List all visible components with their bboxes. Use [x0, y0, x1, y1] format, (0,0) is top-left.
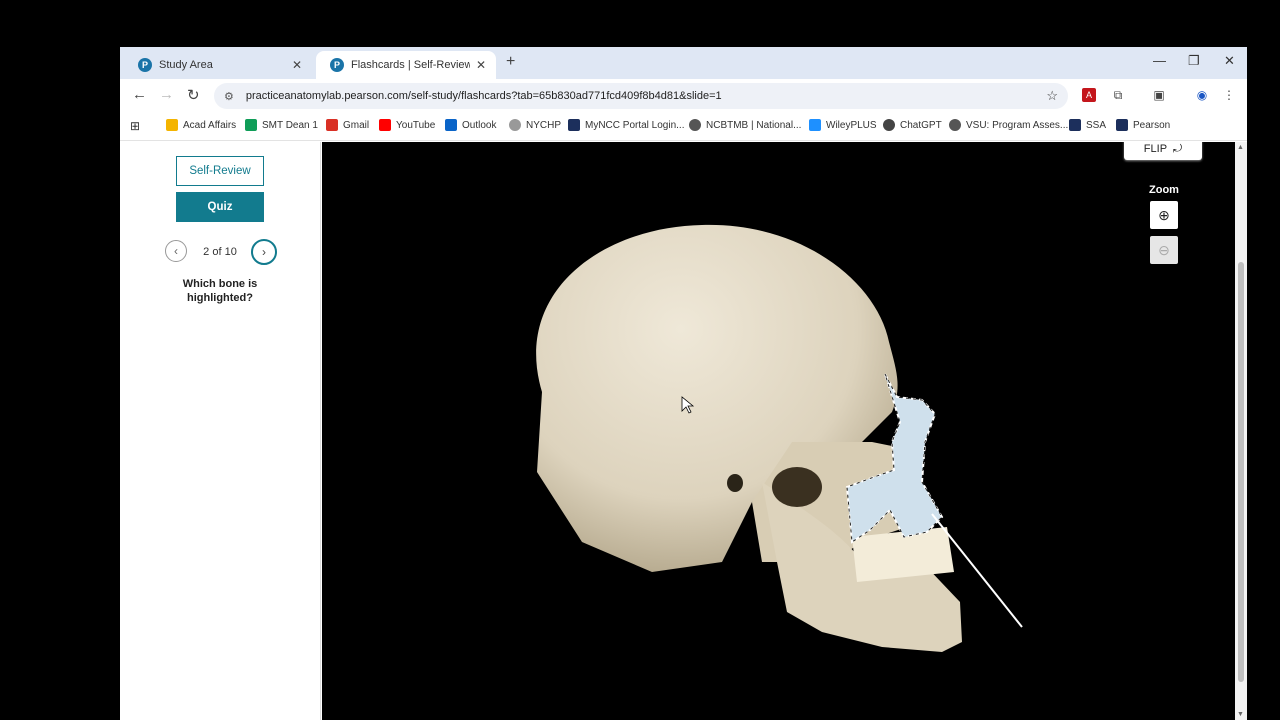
bookmark-label: NYCHP	[526, 119, 562, 131]
youtube-icon	[379, 119, 391, 131]
reload-icon[interactable]: ↻	[187, 86, 200, 104]
bookmark-label: Pearson	[1133, 119, 1171, 131]
bookmark-label: SMT Dean 1	[262, 119, 318, 131]
ssa-icon	[1069, 119, 1081, 131]
bookmark-youtube[interactable]: YouTube	[379, 119, 435, 131]
close-tab-icon[interactable]: ✕	[292, 58, 302, 72]
previous-card-button[interactable]: ‹	[165, 240, 187, 262]
bookmark-star-icon[interactable]: ☆	[1046, 88, 1058, 104]
bookmark-chatgpt[interactable]: ChatGPT	[883, 119, 942, 131]
flashcard-question: Which bone is highlighted?	[182, 278, 258, 304]
tab-title: Flashcards | Self-Review | PAL 4	[351, 59, 470, 71]
bookmark-label: Acad Affairs	[183, 119, 237, 131]
flashcard-image-viewer: FLIP ⤾ Zoom ⊕ ⊖	[322, 142, 1235, 720]
bookmark-label: SSA	[1086, 119, 1107, 131]
scroll-up-icon[interactable]: ▲	[1237, 144, 1244, 151]
page-scrollbar[interactable]: ▲ ▼	[1235, 142, 1247, 720]
bookmark-pearson[interactable]: Pearson	[1116, 119, 1170, 131]
drive-icon	[166, 119, 178, 131]
bookmark-label: ChatGPT	[900, 119, 942, 131]
extensions-icon[interactable]: ⧉	[1111, 88, 1125, 102]
myncc-icon	[568, 119, 580, 131]
flip-label: FLIP	[1143, 143, 1168, 155]
address-bar[interactable]: ⚙ practiceanatomylab.pearson.com/self-st…	[214, 83, 1068, 109]
bookmark-ncbtmb[interactable]: NCBTMB | National...	[689, 119, 801, 131]
quiz-button[interactable]: Quiz	[176, 192, 264, 222]
chatgpt-icon	[883, 119, 895, 131]
bookmark-label: YouTube	[396, 119, 436, 131]
globe-icon	[509, 119, 521, 131]
bookmark-acad-affairs[interactable]: Acad Affairs	[166, 119, 236, 131]
back-icon[interactable]: ←	[132, 86, 147, 103]
self-review-button[interactable]: Self-Review	[176, 156, 264, 186]
chevron-left-icon: ‹	[174, 244, 178, 258]
site-info-icon[interactable]: ⚙	[224, 90, 234, 103]
drive-icon	[245, 119, 257, 131]
outlook-icon	[445, 119, 457, 131]
bookmark-gmail[interactable]: Gmail	[326, 119, 369, 131]
bookmark-label: WileyPLUS	[826, 119, 877, 131]
bookmark-outlook[interactable]: Outlook	[445, 119, 496, 131]
shadow-shape	[772, 467, 822, 507]
tab-flashcards[interactable]: P Flashcards | Self-Review | PAL 4 ✕	[316, 51, 496, 79]
bookmark-label: Outlook	[462, 119, 497, 131]
bookmark-label: Gmail	[343, 119, 370, 131]
toolbar: ← → ↻ ⚙ practiceanatomylab.pearson.com/s…	[120, 79, 1247, 112]
minimize-icon[interactable]: —	[1153, 53, 1166, 68]
bookmark-smt-dean[interactable]: SMT Dean 1	[245, 119, 318, 131]
pdf-extension-icon[interactable]: A	[1082, 88, 1096, 102]
close-tab-icon[interactable]: ✕	[476, 58, 486, 72]
zoom-in-icon: ⊕	[1158, 206, 1170, 223]
bookmark-ssa[interactable]: SSA	[1069, 119, 1106, 131]
new-tab-button[interactable]: +	[506, 53, 515, 71]
tab-strip: P Study Area ✕ P Flashcards | Self-Revie…	[120, 47, 1247, 79]
bookmark-label: VSU: Program Asses...	[966, 119, 1069, 131]
chevron-right-icon: ›	[262, 245, 266, 259]
flip-button[interactable]: FLIP ⤾	[1124, 142, 1202, 160]
pearson-favicon-icon: P	[138, 58, 152, 72]
globe-icon	[689, 119, 701, 131]
pearson-favicon-icon: P	[330, 58, 344, 72]
apps-grid-icon[interactable]: ⊞	[130, 119, 140, 133]
menu-icon[interactable]: ⋮	[1222, 88, 1236, 102]
browser-window: P Study Area ✕ P Flashcards | Self-Revie…	[120, 47, 1247, 720]
screen-search-icon[interactable]: ▣	[1152, 88, 1166, 102]
scrollbar-thumb[interactable]	[1238, 262, 1244, 682]
zoom-out-button[interactable]: ⊖	[1150, 236, 1178, 264]
profile-icon[interactable]: ◉	[1195, 88, 1209, 102]
tab-title: Study Area	[159, 59, 213, 71]
wiley-icon	[809, 119, 821, 131]
screen: P Study Area ✕ P Flashcards | Self-Revie…	[0, 0, 1280, 720]
scroll-down-icon[interactable]: ▼	[1237, 711, 1244, 718]
card-counter: 2 of 10	[203, 246, 237, 258]
restore-icon[interactable]: ❐	[1188, 53, 1200, 69]
ear-canal-shadow	[727, 474, 743, 492]
bookmark-label: MyNCC Portal Login...	[585, 119, 685, 131]
pearson-icon	[1116, 119, 1128, 131]
bookmark-myncc[interactable]: MyNCC Portal Login...	[568, 119, 684, 131]
next-card-button[interactable]: ›	[251, 239, 277, 265]
url-text: practiceanatomylab.pearson.com/self-stud…	[245, 90, 722, 102]
bookmark-label: NCBTMB | National...	[706, 119, 802, 131]
bookmark-nychp[interactable]: NYCHP	[509, 119, 561, 131]
bookmark-vsu[interactable]: VSU: Program Asses...	[949, 119, 1068, 131]
close-window-icon[interactable]: ✕	[1224, 53, 1235, 69]
zoom-in-button[interactable]: ⊕	[1150, 201, 1178, 229]
bookmarks-bar: ⊞ Acad Affairs SMT Dean 1 Gmail YouTube …	[120, 112, 1247, 141]
gmail-icon	[326, 119, 338, 131]
zoom-out-icon: ⊖	[1158, 241, 1170, 258]
zoom-label: Zoom	[1149, 184, 1179, 196]
bookmark-wileyplus[interactable]: WileyPLUS	[809, 119, 877, 131]
flashcard-sidebar: Self-Review Quiz ‹ 2 of 10 › Which bone …	[120, 142, 321, 720]
tab-study-area[interactable]: P Study Area ✕	[124, 51, 312, 79]
skull-image	[536, 224, 1023, 652]
globe-icon	[949, 119, 961, 131]
flip-icon: ⤾	[1173, 142, 1183, 155]
forward-icon[interactable]: →	[159, 86, 174, 103]
